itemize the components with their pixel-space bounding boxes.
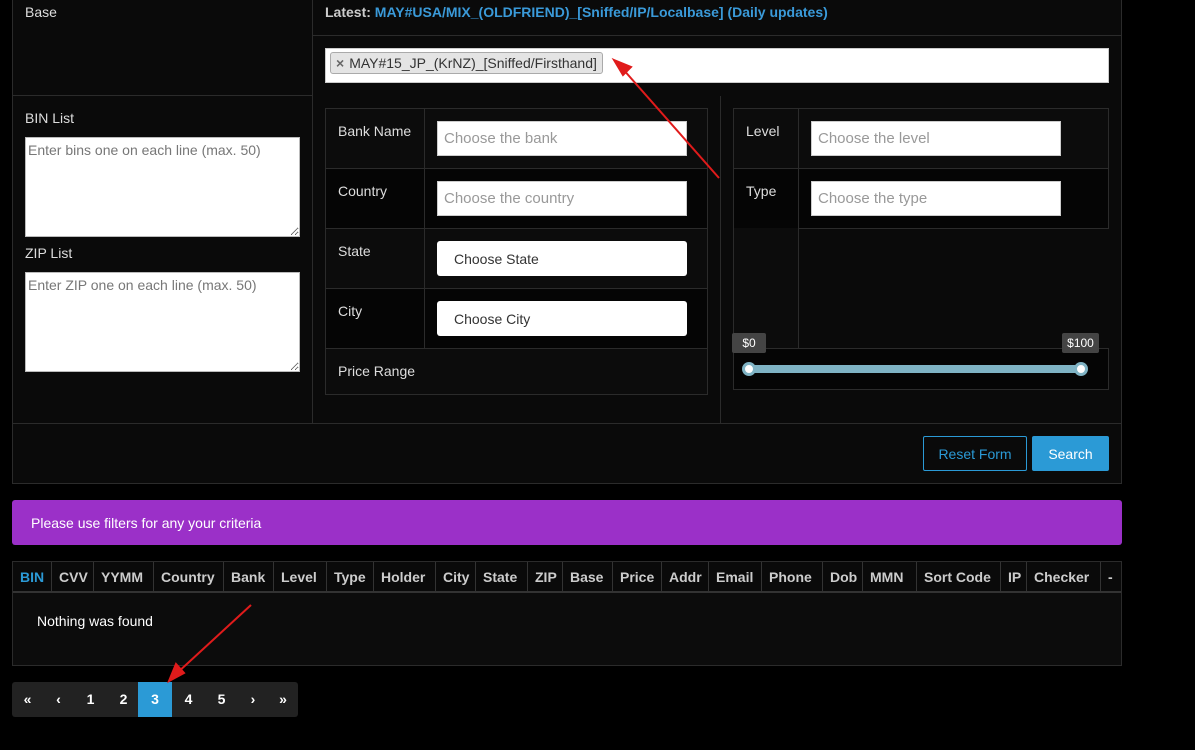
bin-list-label: BIN List: [25, 110, 75, 126]
country-input[interactable]: Choose the country: [437, 181, 687, 216]
base-select[interactable]: × MAY#15_JP_(KrNZ)_[Sniffed/Firsthand]: [325, 48, 1109, 83]
col-holder[interactable]: Holder: [374, 562, 436, 592]
page-first[interactable]: «: [12, 682, 43, 717]
col-base[interactable]: Base: [563, 562, 613, 592]
col-checker[interactable]: Checker: [1027, 562, 1101, 592]
col-price[interactable]: Price: [613, 562, 662, 592]
page-next[interactable]: ›: [238, 682, 268, 717]
col-bin[interactable]: BIN: [13, 562, 52, 592]
col-state[interactable]: State: [476, 562, 528, 592]
empty-results-message: Nothing was found: [37, 613, 153, 629]
latest-line: Latest: MAY#USA/MIX_(OLDFRIEND)_[Sniffed…: [325, 4, 828, 20]
level-input[interactable]: Choose the level: [811, 121, 1061, 156]
col-addr[interactable]: Addr: [662, 562, 709, 592]
price-min-value: $0: [742, 336, 756, 350]
col-bank[interactable]: Bank: [224, 562, 274, 592]
choose-state-button[interactable]: Choose State: [437, 241, 687, 276]
choose-city-button[interactable]: Choose City: [437, 301, 687, 336]
arrow-head-page-3: [167, 662, 186, 684]
page-4[interactable]: 4: [172, 682, 205, 717]
col-cvv[interactable]: CVV: [52, 562, 94, 592]
col-zip[interactable]: ZIP: [528, 562, 563, 592]
price-slider-track[interactable]: [749, 365, 1082, 373]
bank-name-label: Bank Name: [338, 123, 412, 139]
page-3-active[interactable]: 3: [138, 682, 172, 717]
col-sort-code[interactable]: Sort Code: [917, 562, 1001, 592]
price-min-handle[interactable]: [742, 362, 756, 376]
col-city[interactable]: City: [436, 562, 476, 592]
tag-remove-icon[interactable]: ×: [336, 55, 344, 71]
col-type[interactable]: Type: [327, 562, 374, 592]
middle-col-divider: [424, 108, 425, 349]
price-max-tooltip: $100: [1062, 333, 1099, 353]
col-mmn[interactable]: MMN: [863, 562, 917, 592]
col-email[interactable]: Email: [709, 562, 762, 592]
price-range-label: Price Range: [338, 363, 416, 379]
base-divider: [313, 35, 1122, 36]
search-button[interactable]: Search: [1032, 436, 1109, 471]
country-label: Country: [338, 183, 388, 199]
col-yymm[interactable]: YYMM: [94, 562, 154, 592]
price-max-value: $100: [1067, 336, 1094, 350]
type-input[interactable]: Choose the type: [811, 181, 1061, 216]
latest-prefix: Latest:: [325, 4, 371, 20]
page-prev[interactable]: ‹: [43, 682, 74, 717]
city-label: City: [338, 303, 363, 319]
info-alert-text: Please use filters for any your criteria: [31, 514, 262, 531]
bin-list-textarea[interactable]: [25, 137, 300, 237]
col-level[interactable]: Level: [274, 562, 327, 592]
type-label: Type: [746, 183, 777, 199]
zip-list-textarea[interactable]: [25, 272, 300, 372]
page-last[interactable]: »: [268, 682, 298, 717]
info-alert: Please use filters for any your criteria: [12, 500, 1122, 545]
col-phone[interactable]: Phone: [762, 562, 823, 592]
page-1[interactable]: 1: [74, 682, 107, 717]
column-divider: [720, 96, 721, 424]
col-actions: -: [1108, 569, 1113, 585]
base-row-left: [12, 0, 313, 96]
state-label: State: [338, 243, 371, 259]
right-empty-area: [733, 228, 799, 349]
latest-base-link[interactable]: MAY#USA/MIX_(OLDFRIEND)_[Sniffed/IP/Loca…: [375, 4, 828, 20]
price-min-tooltip: $0: [732, 333, 766, 353]
base-label: Base: [25, 4, 57, 20]
action-row-divider: [12, 423, 1122, 424]
bank-input[interactable]: Choose the bank: [437, 121, 687, 156]
page-2[interactable]: 2: [107, 682, 140, 717]
level-label: Level: [746, 123, 780, 139]
selected-base-tag: × MAY#15_JP_(KrNZ)_[Sniffed/Firsthand]: [330, 52, 603, 74]
pagination: « ‹ 1 2 3 4 5 › »: [12, 682, 298, 717]
results-table: BIN CVV YYMM Country Bank Level Type Hol…: [12, 561, 1122, 666]
col-dob[interactable]: Dob: [823, 562, 863, 592]
reset-form-button[interactable]: Reset Form: [923, 436, 1027, 471]
right-col-divider: [798, 108, 799, 229]
col-country[interactable]: Country: [154, 562, 224, 592]
zip-list-label: ZIP List: [25, 245, 73, 261]
page-5[interactable]: 5: [205, 682, 238, 717]
results-header: BIN CVV YYMM Country Bank Level Type Hol…: [13, 562, 1121, 593]
price-max-handle[interactable]: [1074, 362, 1088, 376]
tag-label: MAY#15_JP_(KrNZ)_[Sniffed/Firsthand]: [349, 55, 597, 71]
col-ip[interactable]: IP: [1001, 562, 1027, 592]
